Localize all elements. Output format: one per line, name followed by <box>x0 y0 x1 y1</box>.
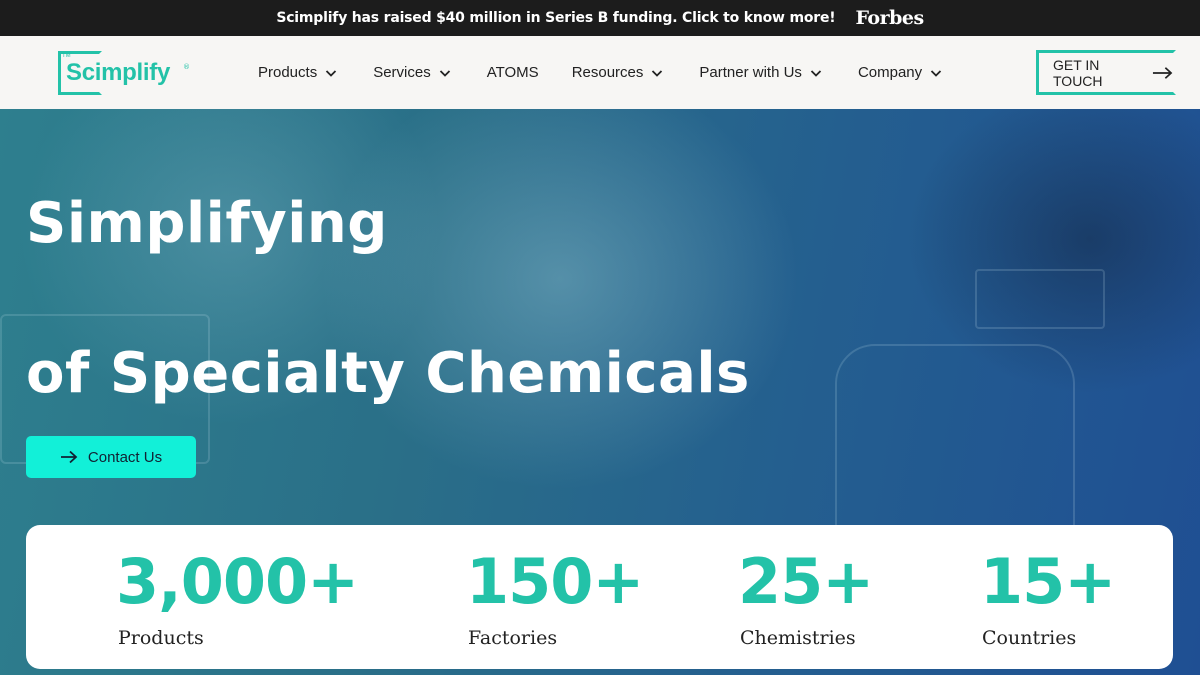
stat-label: Products <box>118 627 204 649</box>
get-in-touch-button[interactable]: GET IN TOUCH <box>1036 50 1176 95</box>
site-header: TM Scimplify ® Products Services ATOMS R… <box>0 36 1200 109</box>
arrow-right-icon <box>1152 66 1173 79</box>
logo-registered-mark: ® <box>183 63 190 71</box>
stat-value: 15+ <box>980 545 1116 618</box>
nav-item-services[interactable]: Services <box>373 64 451 81</box>
nav-item-partner[interactable]: Partner with Us <box>699 64 822 81</box>
nav-item-company[interactable]: Company <box>858 64 942 81</box>
contact-us-button[interactable]: Contact Us <box>26 436 196 478</box>
stat-value: 25+ <box>738 545 874 618</box>
nav-item-products[interactable]: Products <box>258 64 337 81</box>
scimplify-logo[interactable]: TM Scimplify ® <box>58 51 190 95</box>
stat-label: Factories <box>468 627 558 649</box>
hero-title-line1: Simplifying <box>26 191 388 256</box>
stat-countries: 15+ Countries <box>980 545 1116 650</box>
nav-label: ATOMS <box>486 64 539 81</box>
chevron-down-icon <box>810 69 822 77</box>
hero-title-line2: of Specialty Chemicals <box>26 341 750 406</box>
forbes-logo: Forbes <box>855 7 924 29</box>
announcement-bar[interactable]: Scimplify has raised $40 million in Seri… <box>0 0 1200 36</box>
stats-card: 3,000+ Products 150+ Factories 25+ Chemi… <box>26 525 1173 669</box>
nav-label: Partner with Us <box>699 64 802 81</box>
chevron-down-icon <box>931 69 942 77</box>
nav-label: Resources <box>571 64 644 81</box>
hero-background-image <box>975 269 1105 329</box>
logo-text: Scimplify <box>66 59 170 86</box>
stat-value: 150+ <box>466 545 644 618</box>
arrow-right-icon <box>60 450 78 464</box>
stat-label: Countries <box>982 627 1077 649</box>
stat-factories: 150+ Factories <box>466 545 644 650</box>
contact-us-label: Contact Us <box>87 448 163 466</box>
stat-chemistries: 25+ Chemistries <box>738 545 874 650</box>
nav-label: Company <box>857 64 923 81</box>
stat-value: 3,000+ <box>116 545 359 618</box>
chevron-down-icon <box>652 69 663 77</box>
nav-item-resources[interactable]: Resources <box>572 64 664 81</box>
nav-item-atoms[interactable]: ATOMS <box>487 64 539 81</box>
announcement-text[interactable]: Scimplify has raised $40 million in Seri… <box>276 10 835 26</box>
hero-section: Simplifying of Specialty Chemicals Conta… <box>0 109 1200 675</box>
chevron-down-icon <box>439 69 450 77</box>
stat-products: 3,000+ Products <box>116 545 359 650</box>
chevron-down-icon <box>326 69 337 77</box>
nav-label: Services <box>373 64 431 81</box>
main-nav: Products Services ATOMS Resources Partne… <box>258 36 978 109</box>
stat-label: Chemistries <box>740 627 856 649</box>
nav-label: Products <box>258 64 318 81</box>
get-in-touch-label: GET IN TOUCH <box>1053 56 1103 89</box>
